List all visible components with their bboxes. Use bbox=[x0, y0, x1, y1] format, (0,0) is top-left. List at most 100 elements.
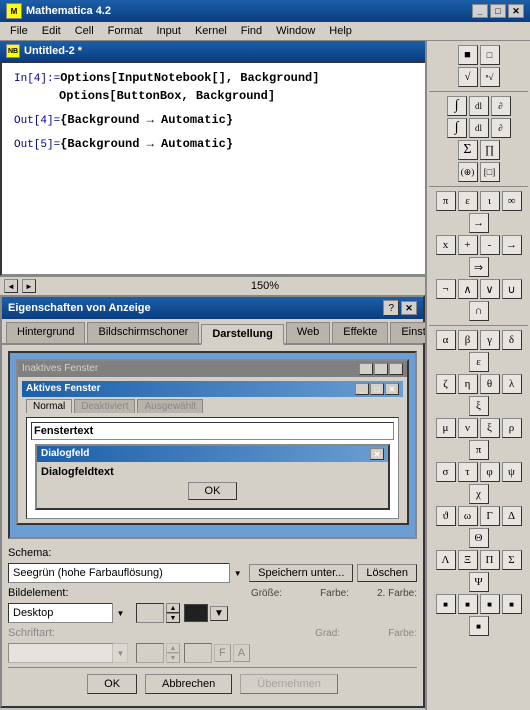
menu-file[interactable]: File bbox=[4, 24, 34, 38]
wtab-deaktiviert[interactable]: Deaktiviert bbox=[74, 399, 135, 413]
aw-min[interactable]: _ bbox=[355, 383, 369, 395]
size-up[interactable]: ▲ bbox=[166, 603, 180, 613]
delete-btn[interactable]: Löschen bbox=[357, 564, 417, 582]
rp-Lambda[interactable]: Λ bbox=[436, 550, 456, 570]
rp-delta[interactable]: δ bbox=[502, 330, 522, 350]
color-dropdown-1[interactable]: ▼ bbox=[210, 606, 228, 621]
menu-input[interactable]: Input bbox=[151, 24, 187, 38]
aw-max[interactable]: □ bbox=[370, 383, 384, 395]
menu-kernel[interactable]: Kernel bbox=[189, 24, 233, 38]
rp-implies[interactable]: ⇒ bbox=[469, 257, 489, 277]
menu-help[interactable]: Help bbox=[323, 24, 358, 38]
rp-sigma[interactable]: σ bbox=[436, 462, 456, 482]
rp-and[interactable]: ∧ bbox=[458, 279, 478, 299]
aw-close[interactable]: ✕ bbox=[385, 383, 399, 395]
wtab-ausgewaehlt[interactable]: Ausgewählt bbox=[137, 399, 203, 413]
rp-sq1[interactable]: ■ bbox=[436, 594, 456, 614]
footer-apply-btn[interactable]: Übernehmen bbox=[240, 674, 338, 694]
menu-cell[interactable]: Cell bbox=[69, 24, 100, 38]
rp-varphi[interactable]: ϑ bbox=[436, 506, 456, 526]
dialog-close-btn[interactable]: ✕ bbox=[401, 301, 417, 315]
rp-btn-paren[interactable]: (⊕) bbox=[458, 162, 478, 182]
rp-btn-partial[interactable]: ∂ bbox=[491, 96, 511, 116]
tab-bildschirmschoner[interactable]: Bildschirmschoner bbox=[87, 322, 199, 343]
rp-btn-sqrt[interactable]: √ bbox=[458, 67, 478, 87]
rp-btn-prod[interactable]: ∏ bbox=[480, 140, 500, 160]
rp-btn-int[interactable]: ∫ bbox=[447, 96, 467, 116]
rp-beta[interactable]: β bbox=[458, 330, 478, 350]
rp-Sigma[interactable]: Σ bbox=[502, 550, 522, 570]
footer-ok-btn[interactable]: OK bbox=[87, 674, 137, 694]
menu-window[interactable]: Window bbox=[270, 24, 321, 38]
rp-btn-dl2[interactable]: dl bbox=[469, 118, 489, 138]
inner-dialog-close[interactable]: ✕ bbox=[370, 448, 384, 460]
rp-pi2[interactable]: π bbox=[469, 440, 489, 460]
rp-plus[interactable]: + bbox=[458, 235, 478, 255]
rp-tau[interactable]: τ bbox=[458, 462, 478, 482]
tab-hintergrund[interactable]: Hintergrund bbox=[6, 322, 85, 343]
rp-btn-bracket[interactable]: [□] bbox=[480, 162, 500, 182]
rp-x[interactable]: x bbox=[436, 235, 456, 255]
rp-Theta[interactable]: Θ bbox=[469, 528, 489, 548]
rp-cup[interactable]: ∪ bbox=[502, 279, 522, 299]
schema-select[interactable]: Seegrün (hohe Farbauflösung) bbox=[8, 563, 245, 583]
rp-btn-square[interactable]: ■ bbox=[458, 45, 478, 65]
menu-format[interactable]: Format bbox=[102, 24, 149, 38]
bitmap-select[interactable]: Desktop bbox=[8, 603, 128, 623]
rp-arrow[interactable]: → bbox=[469, 213, 489, 233]
rp-Delta[interactable]: Δ bbox=[502, 506, 522, 526]
rp-psi2[interactable]: ψ bbox=[502, 462, 522, 482]
rp-or[interactable]: ∨ bbox=[480, 279, 500, 299]
iw-max[interactable]: □ bbox=[374, 363, 388, 375]
save-btn[interactable]: Speichern unter... bbox=[249, 564, 353, 582]
menu-find[interactable]: Find bbox=[235, 24, 268, 38]
menu-edit[interactable]: Edit bbox=[36, 24, 67, 38]
minimize-btn[interactable]: _ bbox=[472, 4, 488, 18]
close-btn[interactable]: ✕ bbox=[508, 4, 524, 18]
rp-theta[interactable]: θ bbox=[480, 374, 500, 394]
rp-Psi[interactable]: Ψ bbox=[469, 572, 489, 592]
rp-xi[interactable]: ξ bbox=[469, 396, 489, 416]
rp-btn-int2[interactable]: ∫ bbox=[447, 118, 467, 138]
rp-chi[interactable]: χ bbox=[469, 484, 489, 504]
rp-xi2[interactable]: ξ bbox=[480, 418, 500, 438]
rp-minus[interactable]: - bbox=[480, 235, 500, 255]
rp-la[interactable]: λ bbox=[502, 374, 522, 394]
rp-pi[interactable]: π bbox=[436, 191, 456, 211]
iw-min[interactable]: _ bbox=[359, 363, 373, 375]
tab-darstellung[interactable]: Darstellung bbox=[201, 324, 284, 345]
rp-arrow2[interactable]: → bbox=[502, 235, 522, 255]
rp-btn-square2[interactable]: □ bbox=[480, 45, 500, 65]
rp-omega[interactable]: ω bbox=[458, 506, 478, 526]
iw-close[interactable]: ✕ bbox=[389, 363, 403, 375]
h-scroll-left[interactable]: ◄ bbox=[4, 279, 18, 293]
tab-web[interactable]: Web bbox=[286, 322, 330, 343]
rp-rho[interactable]: ρ bbox=[502, 418, 522, 438]
rp-alpha[interactable]: α bbox=[436, 330, 456, 350]
rp-sq3[interactable]: ■ bbox=[480, 594, 500, 614]
rp-mu[interactable]: μ bbox=[436, 418, 456, 438]
rp-epsilon[interactable]: ε bbox=[458, 191, 478, 211]
rp-Xi[interactable]: Ξ bbox=[458, 550, 478, 570]
bitmap-dropdown-arrow[interactable]: ▼ bbox=[112, 603, 128, 623]
rp-phi[interactable]: φ bbox=[480, 462, 500, 482]
dialog-help-btn[interactable]: ? bbox=[383, 300, 399, 316]
schema-dropdown-arrow[interactable]: ▼ bbox=[229, 563, 245, 583]
rp-eta[interactable]: η bbox=[458, 374, 478, 394]
rp-ep2[interactable]: ε bbox=[469, 352, 489, 372]
font-select[interactable] bbox=[8, 643, 128, 663]
rp-btn-nroot[interactable]: ⁿ√ bbox=[480, 67, 500, 87]
rp-Gamma[interactable]: Γ bbox=[480, 506, 500, 526]
rp-infty[interactable]: ∞ bbox=[502, 191, 522, 211]
rp-zeta[interactable]: ζ bbox=[436, 374, 456, 394]
preview-ok-btn[interactable]: OK bbox=[188, 482, 238, 500]
tab-effekte[interactable]: Effekte bbox=[332, 322, 388, 343]
rp-sq2[interactable]: ■ bbox=[458, 594, 478, 614]
size-input[interactable] bbox=[136, 603, 164, 623]
rp-sq5[interactable]: ■ bbox=[469, 616, 489, 636]
rp-cap[interactable]: ∩ bbox=[469, 301, 489, 321]
rp-btn-dl[interactable]: dl bbox=[469, 96, 489, 116]
wtab-normal[interactable]: Normal bbox=[26, 399, 72, 413]
rp-not[interactable]: ¬ bbox=[436, 279, 456, 299]
size-down[interactable]: ▼ bbox=[166, 613, 180, 623]
